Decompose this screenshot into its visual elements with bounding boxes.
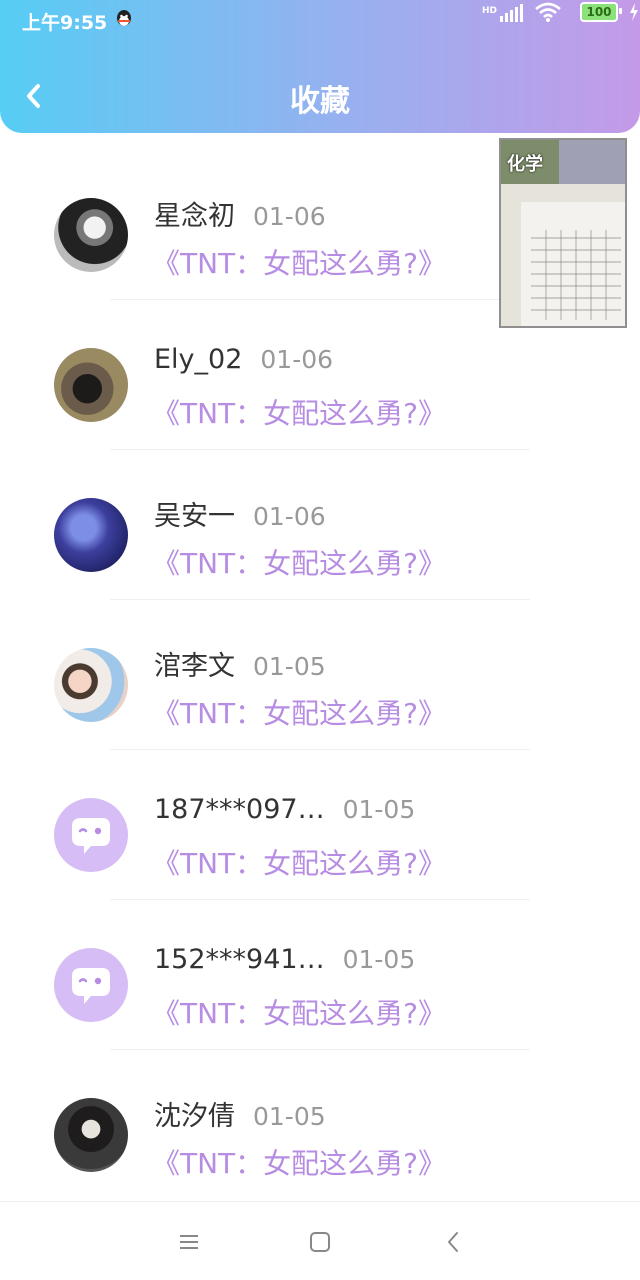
- book-title[interactable]: 《TNT：女配这么勇?》: [152, 242, 446, 282]
- avatar[interactable]: [54, 948, 128, 1022]
- favorite-date: 01-05: [342, 945, 416, 974]
- floating-window-label: 化学: [507, 154, 543, 175]
- back-nav-icon[interactable]: [440, 1228, 468, 1256]
- user-name-row: 星念初 01-06: [154, 194, 326, 233]
- book-title[interactable]: 《TNT：女配这么勇?》: [152, 992, 446, 1032]
- list-item[interactable]: 沈汐倩 01-05 《TNT：女配这么勇?》: [0, 1050, 640, 1200]
- wifi-icon: [535, 2, 561, 22]
- book-title[interactable]: 《TNT：女配这么勇?》: [152, 542, 446, 582]
- book-title[interactable]: 《TNT：女配这么勇?》: [152, 1142, 446, 1182]
- book-title[interactable]: 《TNT：女配这么勇?》: [152, 392, 446, 432]
- favorite-date: 01-05: [253, 1102, 326, 1131]
- favorite-date: 01-06: [253, 202, 326, 231]
- menu-icon[interactable]: [175, 1228, 203, 1256]
- qq-icon: [117, 10, 131, 26]
- user-name-row: Ely_02 01-06: [154, 344, 333, 375]
- default-chat-avatar-icon: [72, 968, 110, 1004]
- user-name-row: 187***097… 01-05: [154, 794, 415, 825]
- avatar[interactable]: [54, 498, 128, 572]
- favorite-date: 01-05: [253, 652, 326, 681]
- user-name-row: 吴安一 01-06: [154, 494, 326, 533]
- user-name-row: 152***941… 01-05: [154, 944, 415, 975]
- hd-label: HD: [481, 6, 497, 16]
- header-bar: 上午9:55 HD 100 收藏: [0, 0, 640, 133]
- floating-video-window[interactable]: 化学: [499, 138, 627, 328]
- user-name: 沈汐倩: [154, 1101, 235, 1132]
- user-name: 星念初: [154, 201, 235, 232]
- list-item[interactable]: 涫李文 01-05 《TNT：女配这么勇?》: [0, 600, 640, 750]
- favorite-date: 01-06: [260, 345, 334, 374]
- signal-icon: [500, 4, 523, 22]
- favorite-date: 01-06: [253, 502, 326, 531]
- book-title[interactable]: 《TNT：女配这么勇?》: [152, 692, 446, 732]
- user-name: 152***941…: [154, 944, 325, 975]
- favorite-date: 01-05: [342, 795, 416, 824]
- default-chat-avatar-icon: [72, 818, 110, 854]
- user-name: Ely_02: [154, 344, 243, 375]
- list-item[interactable]: 152***941… 01-05 《TNT：女配这么勇?》: [0, 900, 640, 1050]
- avatar[interactable]: [54, 348, 128, 422]
- home-icon[interactable]: [306, 1228, 334, 1256]
- user-name: 涫李文: [154, 651, 235, 682]
- avatar[interactable]: [54, 798, 128, 872]
- list-item[interactable]: 187***097… 01-05 《TNT：女配这么勇?》: [0, 750, 640, 900]
- system-nav-bar: [0, 1201, 640, 1280]
- battery-tip: [619, 8, 622, 14]
- book-title[interactable]: 《TNT：女配这么勇?》: [152, 842, 446, 882]
- avatar[interactable]: [54, 198, 128, 272]
- list-item[interactable]: 吴安一 01-06 《TNT：女配这么勇?》: [0, 450, 640, 600]
- user-name-row: 沈汐倩 01-05: [154, 1094, 326, 1133]
- avatar[interactable]: [54, 1098, 128, 1172]
- battery-indicator: 100: [580, 2, 618, 22]
- user-name: 187***097…: [154, 794, 325, 825]
- status-time: 上午9:55: [22, 12, 108, 34]
- user-name: 吴安一: [154, 501, 235, 532]
- user-name-row: 涫李文 01-05: [154, 644, 326, 683]
- page-title: 收藏: [290, 84, 350, 119]
- avatar[interactable]: [54, 648, 128, 722]
- charging-bolt-icon: [630, 3, 638, 21]
